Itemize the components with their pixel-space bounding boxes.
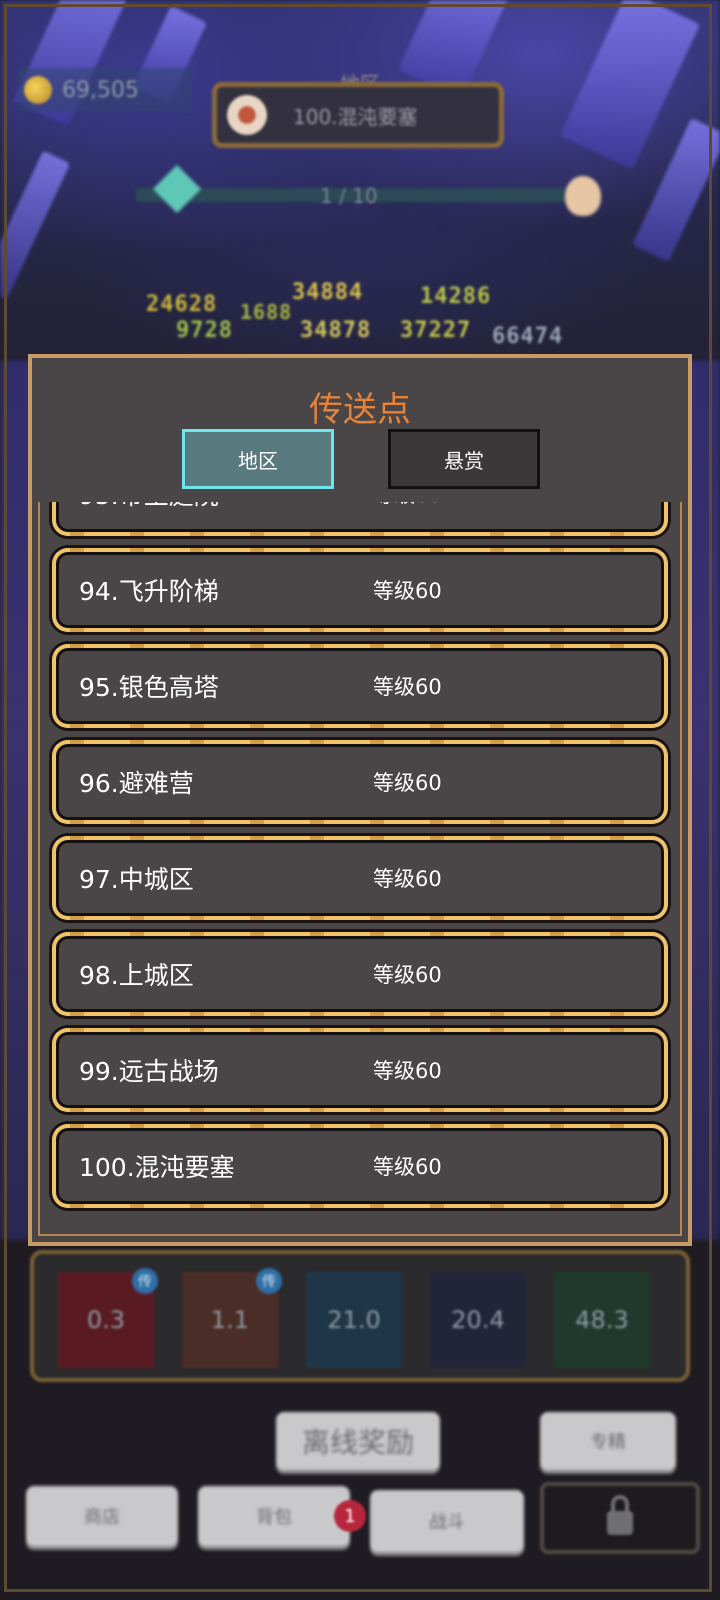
bag-button[interactable]: 背包 — [198, 1486, 350, 1546]
location-level: 等级60 — [373, 675, 442, 699]
skill-badge-icon: 传 — [256, 1268, 282, 1294]
boss-icon[interactable] — [565, 176, 601, 216]
location-row[interactable]: 98.上城区 等级60 — [52, 932, 668, 1016]
battle-scene — [0, 0, 720, 360]
damage-number: 66474 — [492, 324, 564, 349]
skill-slot-1[interactable]: 0.3 传 — [58, 1268, 158, 1368]
skill-slot-5[interactable]: 48.3 — [554, 1272, 650, 1368]
location-level: 等级60 — [373, 1155, 442, 1179]
skill-cooldown: 0.3 — [86, 1306, 126, 1334]
location-name: 97.中城区 — [79, 865, 194, 894]
skill-bar: 0.3 传 1.1 传 21.0 20.4 48.3 — [30, 1250, 690, 1382]
location-level: 等级60 — [373, 1059, 442, 1083]
damage-number: 34878 — [300, 318, 372, 343]
location-row[interactable]: 97.中城区 等级60 — [52, 836, 668, 920]
dialog-title: 传送点 — [309, 390, 411, 430]
location-name: 98.上城区 — [79, 961, 194, 990]
location-name: 100.混沌要塞 — [79, 1153, 235, 1182]
location-row[interactable]: 94.飞升阶梯 等级60 — [52, 548, 668, 632]
special-button[interactable]: 专精 — [540, 1412, 676, 1470]
bag-notification-badge: 1 — [334, 1500, 366, 1532]
gold-coin-icon — [24, 76, 52, 104]
battle-button[interactable]: 战斗 — [370, 1490, 524, 1552]
damage-number: 14286 — [420, 284, 492, 309]
damage-number: 1688 — [240, 300, 293, 324]
location-row[interactable]: 99.远古战场 等级60 — [52, 1028, 668, 1112]
stage-progress-text: 1 / 10 — [320, 184, 378, 208]
location-name: 95.银色高塔 — [79, 673, 219, 702]
skill-cooldown: 20.4 — [451, 1306, 505, 1334]
location-list[interactable]: 93.帝王庭院 等级60 94.飞升阶梯 等级60 95.银色高塔 等级60 9… — [38, 502, 682, 1212]
location-level: 等级60 — [373, 502, 442, 529]
locked-slot-button[interactable] — [540, 1482, 700, 1554]
tab-bounty[interactable]: 悬赏 — [388, 429, 540, 489]
skill-badge-icon: 传 — [132, 1268, 158, 1294]
location-name: 96.避难营 — [79, 769, 194, 798]
region-emblem-icon — [227, 95, 267, 135]
gold-counter: 69,505 — [18, 68, 192, 112]
skill-cooldown: 48.3 — [575, 1306, 629, 1334]
current-region-button[interactable]: 100.混沌要塞 — [212, 82, 504, 148]
location-level: 等级60 — [373, 867, 442, 891]
damage-number: 34884 — [292, 280, 364, 305]
damage-number: 37227 — [400, 318, 472, 343]
damage-number: 9728 — [176, 318, 233, 343]
lock-icon — [607, 1495, 633, 1535]
tab-region[interactable]: 地区 — [182, 429, 334, 489]
skill-slot-2[interactable]: 1.1 传 — [182, 1268, 282, 1368]
skill-cooldown: 21.0 — [327, 1306, 381, 1334]
location-name: 94.飞升阶梯 — [79, 577, 219, 606]
location-name: 99.远古战场 — [79, 1057, 219, 1086]
current-region-name: 100.混沌要塞 — [293, 104, 418, 129]
dialog-header: 传送点 地区 悬赏 — [32, 358, 688, 502]
location-row[interactable]: 93.帝王庭院 等级60 — [52, 502, 668, 536]
location-level: 等级60 — [373, 579, 442, 603]
location-name: 93.帝王庭院 — [79, 502, 219, 529]
skill-cooldown: 1.1 — [210, 1306, 250, 1334]
damage-number: 24628 — [146, 292, 218, 317]
location-row[interactable]: 95.银色高塔 等级60 — [52, 644, 668, 728]
location-level: 等级60 — [373, 771, 442, 795]
gold-amount: 69,505 — [62, 77, 139, 103]
skill-slot-4[interactable]: 20.4 — [430, 1272, 526, 1368]
skill-slot-3[interactable]: 21.0 — [306, 1272, 402, 1368]
shop-button[interactable]: 商店 — [26, 1486, 178, 1546]
offline-reward-button[interactable]: 离线奖励 — [276, 1412, 440, 1470]
location-row[interactable]: 96.避难营 等级60 — [52, 740, 668, 824]
location-row[interactable]: 100.混沌要塞 等级60 — [52, 1124, 668, 1208]
location-level: 等级60 — [373, 963, 442, 987]
teleport-dialog: 93.帝王庭院 等级60 94.飞升阶梯 等级60 95.银色高塔 等级60 9… — [28, 354, 692, 1246]
